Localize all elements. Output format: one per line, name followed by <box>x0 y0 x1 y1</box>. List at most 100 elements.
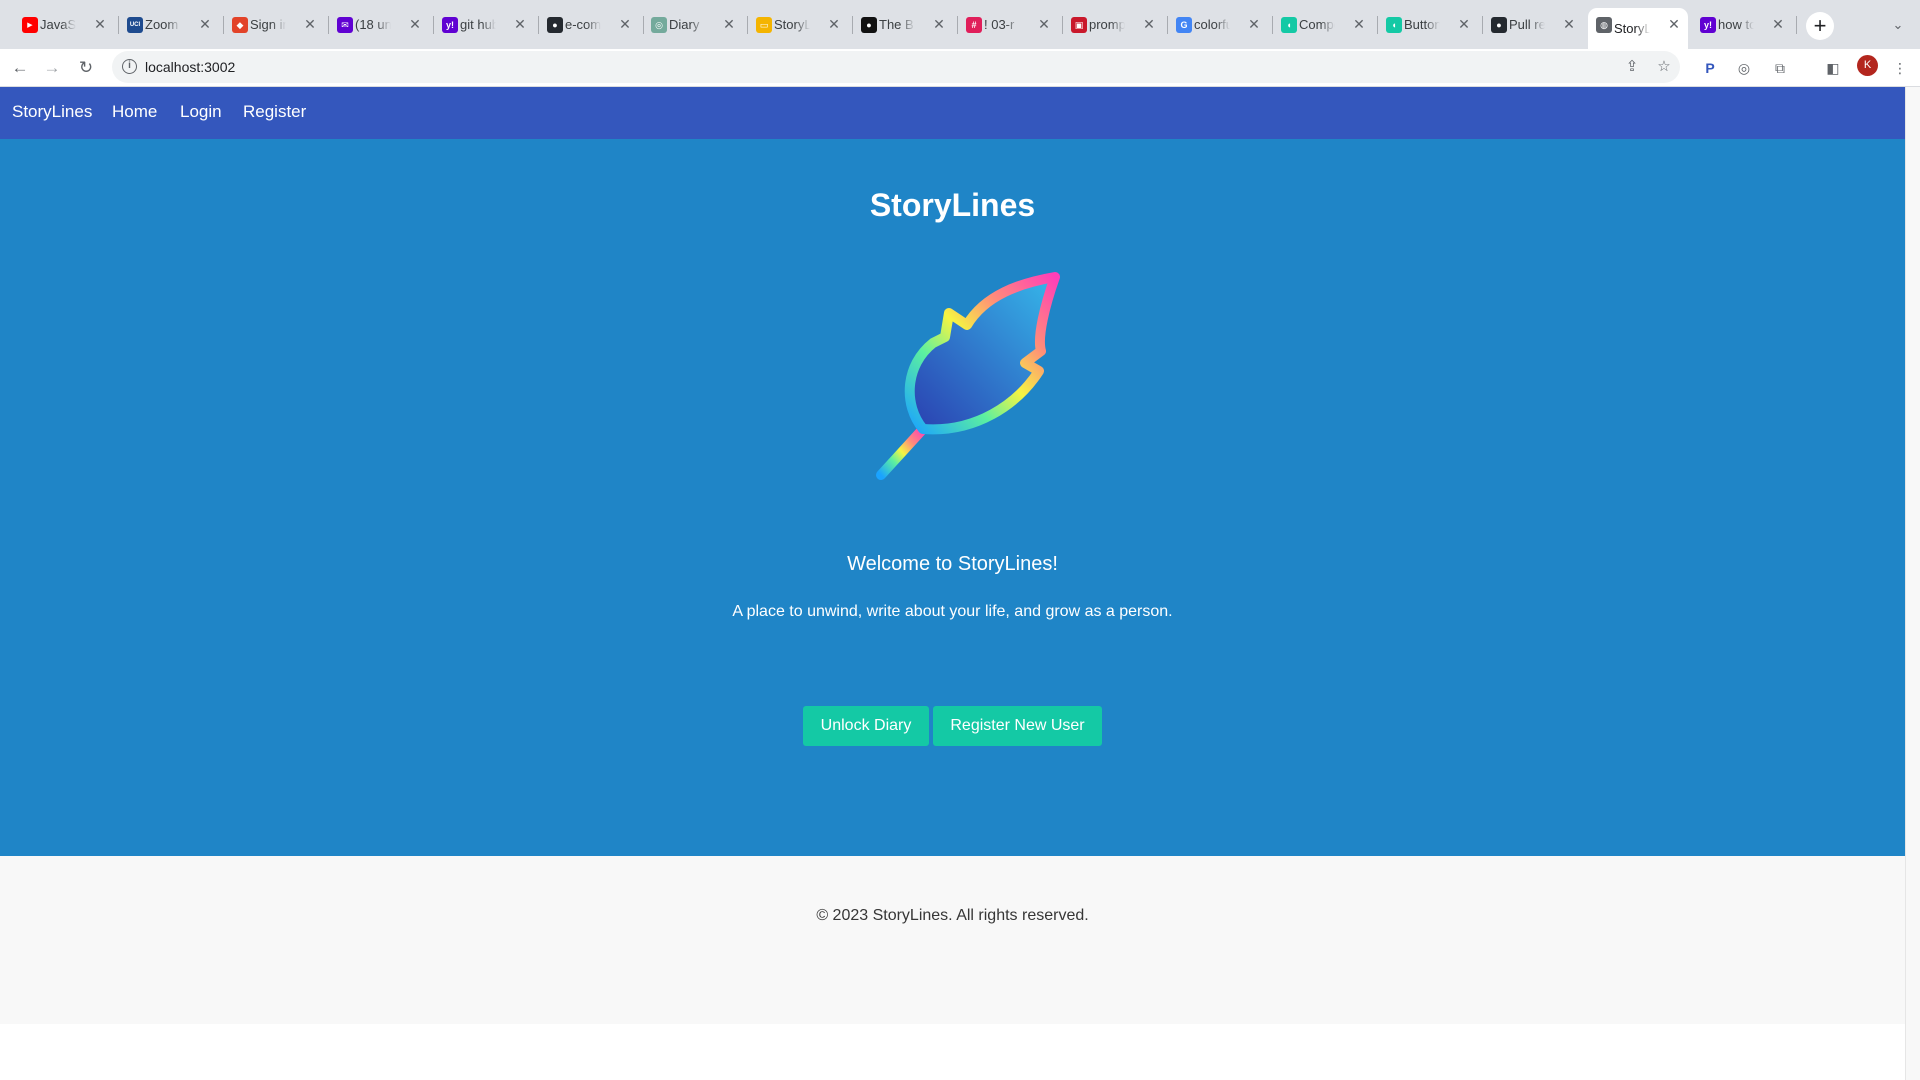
page-viewport: StoryLines Home Login Register StoryLine… <box>0 87 1905 1080</box>
browser-tab-title: ! 03-r <box>984 17 1015 32</box>
browser-tab-title: StoryLines <box>1614 21 1650 36</box>
close-tab-icon[interactable]: ✕ <box>407 16 423 32</box>
close-tab-icon[interactable]: ✕ <box>512 16 528 32</box>
nav-home-link[interactable]: Home <box>112 102 157 122</box>
profile-avatar[interactable]: K <box>1857 55 1878 76</box>
side-panel-icon[interactable]: ◧ <box>1820 55 1846 81</box>
forward-button[interactable]: → <box>39 55 65 81</box>
site-info-icon[interactable]: i <box>122 59 137 74</box>
hero-section: StoryLines Welcome to StoryLines! A plac… <box>0 139 1905 856</box>
nav-brand-link[interactable]: StoryLines <box>12 102 92 122</box>
globe-icon: ◍ <box>1596 17 1612 33</box>
tab-search-button[interactable]: ⌄ <box>1885 12 1911 38</box>
mail-icon: ✉ <box>337 17 353 33</box>
browser-tab-title: The B <box>879 17 914 32</box>
browser-tab-title: e-commerce <box>565 17 601 32</box>
browser-tab[interactable]: ◖Components ✕ <box>1273 8 1373 41</box>
footer-copyright: © 2023 StoryLines. All rights reserved. <box>816 907 1089 924</box>
address-bar-url[interactable]: localhost:3002 <box>145 59 235 75</box>
close-tab-icon[interactable]: ✕ <box>1351 16 1367 32</box>
browser-tab-title: Diary <box>669 17 700 32</box>
close-tab-icon[interactable]: ✕ <box>1666 16 1682 32</box>
close-tab-icon[interactable]: ✕ <box>1036 16 1052 32</box>
browser-tab[interactable]: Gcolorful ✕ <box>1168 8 1268 41</box>
browser-tab-title: Zoom <box>145 17 179 32</box>
extensions-puzzle-icon[interactable]: ⧉ <box>1767 55 1793 81</box>
yahoo-icon: y! <box>442 17 458 33</box>
site-navbar: StoryLines Home Login Register <box>0 87 1905 139</box>
back-button[interactable]: ← <box>7 55 33 81</box>
browser-tab[interactable]: ◆ Sign in ✕ <box>224 8 324 41</box>
github-icon: ● <box>1491 17 1507 33</box>
close-tab-icon[interactable]: ✕ <box>1456 16 1472 32</box>
browser-tab-title: Pull request <box>1509 17 1545 32</box>
browser-tab[interactable]: ◎ Diary ✕ <box>643 8 743 41</box>
share-icon[interactable]: ⇪ <box>1622 57 1642 77</box>
unlock-diary-button[interactable]: Unlock Diary <box>803 706 929 746</box>
close-tab-icon[interactable]: ✕ <box>302 16 318 32</box>
browser-tab-title: Button <box>1404 17 1440 32</box>
browser-tab[interactable]: ● The B ✕ <box>853 8 953 41</box>
browser-tab[interactable]: y! git hub ✕ <box>434 8 534 41</box>
github-icon: ● <box>547 17 563 33</box>
tagline-text: A place to unwind, write about your life… <box>732 603 1173 620</box>
site-footer: © 2023 StoryLines. All rights reserved. <box>0 856 1905 1024</box>
nav-login-link[interactable]: Login <box>180 102 222 122</box>
address-bar[interactable]: i localhost:3002 ⇪ ☆ <box>112 51 1680 83</box>
slides-icon: ▭ <box>756 17 772 33</box>
reload-button[interactable]: ↻ <box>73 55 99 81</box>
browser-tab[interactable]: ◖ Button ✕ <box>1378 8 1478 41</box>
close-tab-icon[interactable]: ✕ <box>617 16 633 32</box>
browser-tab-title: Sign in <box>250 17 286 32</box>
browser-tab[interactable]: ▭StoryLines ✕ <box>748 8 848 41</box>
close-tab-icon[interactable]: ✕ <box>1141 16 1157 32</box>
feather-logo-icon <box>876 272 1060 480</box>
youtube-icon: ▶ <box>22 17 38 33</box>
browser-tab[interactable]: y! how to ✕ <box>1692 8 1792 41</box>
close-tab-icon[interactable]: ✕ <box>721 16 737 32</box>
browser-tab[interactable]: #! 03-r ✕ <box>958 8 1058 41</box>
browser-tab-title: git hub <box>460 17 496 32</box>
close-tab-icon[interactable]: ✕ <box>1561 16 1577 32</box>
browser-tab[interactable]: ✉(18 unread) ✕ <box>329 8 429 41</box>
page-scrollbar[interactable] <box>1905 87 1920 1080</box>
leaf-icon: ◖ <box>1386 17 1402 33</box>
browser-tab[interactable]: UCI Zoom ✕ <box>119 8 219 41</box>
gitlab-icon: ◆ <box>232 17 248 33</box>
uci-icon: UCI <box>127 17 143 33</box>
welcome-heading: Welcome to StoryLines! <box>847 553 1058 575</box>
slack-icon: # <box>966 17 982 33</box>
close-tab-icon[interactable]: ✕ <box>931 16 947 32</box>
browser-tab[interactable]: ◍StoryLines ✕ <box>1588 8 1688 49</box>
register-new-user-button[interactable]: Register New User <box>933 706 1102 746</box>
browser-tab[interactable]: ●e-commerce ✕ <box>539 8 639 41</box>
google-icon: G <box>1176 17 1192 33</box>
yahoo-icon: y! <box>1700 17 1716 33</box>
browser-tab[interactable]: ●Pull request ✕ <box>1483 8 1583 41</box>
bookmark-star-icon[interactable]: ☆ <box>1654 57 1674 77</box>
new-tab-button[interactable]: + <box>1806 12 1834 40</box>
extension-translate-icon[interactable]: ◎ <box>1731 55 1757 81</box>
nav-register-link[interactable]: Register <box>243 102 306 122</box>
browser-tab-title: StoryLines <box>774 17 810 32</box>
close-tab-icon[interactable]: ✕ <box>1246 16 1262 32</box>
openai-icon: ◎ <box>651 17 667 33</box>
browser-toolbar: ← → ↻ i localhost:3002 ⇪ ☆ P ◎ ⧉ ◧ ⋮ <box>0 49 1920 87</box>
close-tab-icon[interactable]: ✕ <box>92 16 108 32</box>
frame-icon: ▣ <box>1071 17 1087 33</box>
tab-separator <box>1796 16 1797 34</box>
browser-tab-title: how to <box>1718 17 1754 32</box>
browser-tab[interactable]: ▶JavaScript ✕ <box>14 8 114 41</box>
close-tab-icon[interactable]: ✕ <box>826 16 842 32</box>
extension-p-icon[interactable]: P <box>1697 55 1723 81</box>
hero-title: StoryLines <box>869 187 1036 223</box>
browser-tab-title: Components <box>1299 17 1335 32</box>
close-tab-icon[interactable]: ✕ <box>197 16 213 32</box>
leaf-icon: ◖ <box>1281 17 1297 33</box>
browser-tab[interactable]: ▣prompt ✕ <box>1063 8 1163 41</box>
browser-tab-title: JavaScript <box>40 17 76 32</box>
close-tab-icon[interactable]: ✕ <box>1770 16 1786 32</box>
browser-tab-title: (18 unread) <box>355 17 391 32</box>
browser-tab-title: prompt <box>1089 17 1125 32</box>
browser-menu-icon[interactable]: ⋮ <box>1887 55 1913 81</box>
